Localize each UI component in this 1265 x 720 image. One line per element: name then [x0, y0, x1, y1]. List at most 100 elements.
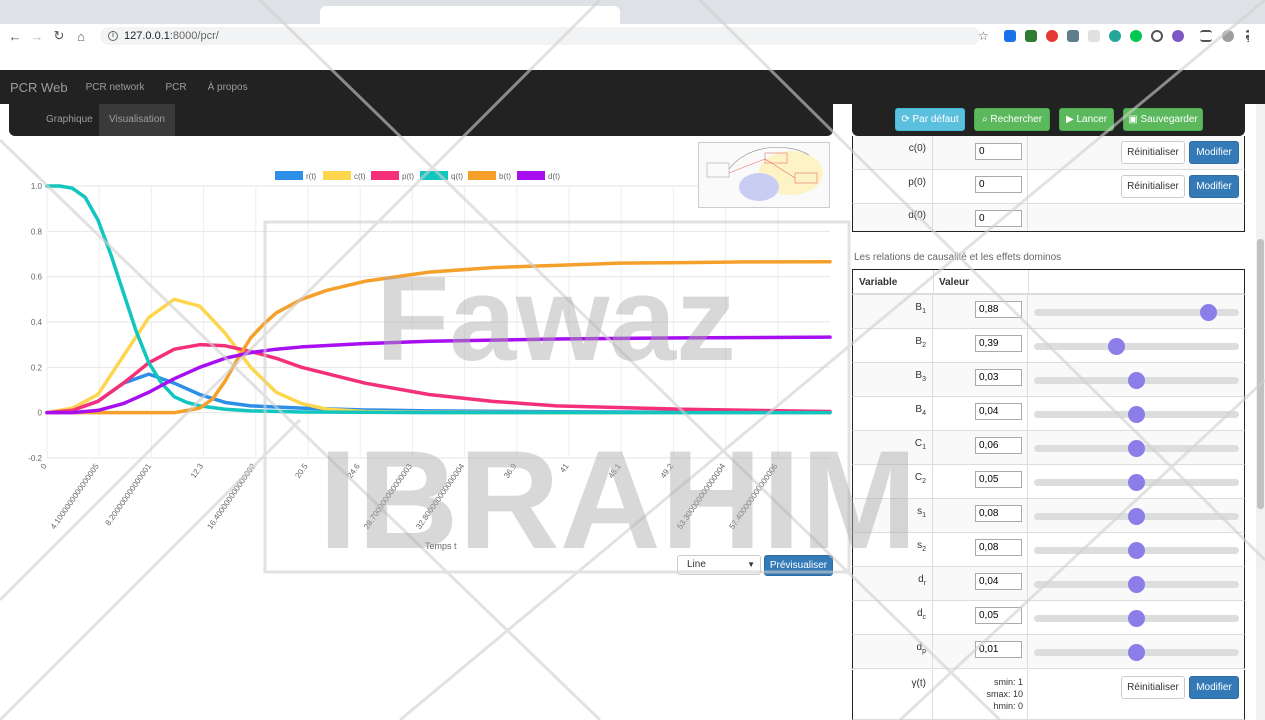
- gamma-params: smin: 1 smax: 10 hmin: 0: [934, 670, 1028, 720]
- slider-knob[interactable]: [1128, 610, 1145, 627]
- param-label: C2: [853, 465, 933, 498]
- home-icon[interactable]: ⌂: [70, 29, 92, 44]
- param-slider[interactable]: [1034, 474, 1239, 491]
- legend-label: p(t): [402, 172, 414, 181]
- network-thumbnail[interactable]: [698, 142, 830, 208]
- param-slider[interactable]: [1034, 542, 1239, 559]
- brand[interactable]: PCR Web: [10, 80, 68, 95]
- modify-button[interactable]: Modifier: [1189, 141, 1239, 164]
- back-icon[interactable]: ←: [4, 29, 26, 44]
- tab-visualisation[interactable]: Visualisation: [99, 104, 175, 136]
- slider-knob[interactable]: [1128, 372, 1145, 389]
- slider-knob[interactable]: [1128, 474, 1145, 491]
- init-input-p0[interactable]: [975, 176, 1022, 193]
- forward-icon[interactable]: →: [26, 29, 48, 44]
- param-slider[interactable]: [1034, 508, 1239, 525]
- param-slider[interactable]: [1034, 440, 1239, 457]
- param-input-cell: [934, 533, 1028, 566]
- param-sub: 2: [922, 478, 926, 485]
- bookmark-star-icon[interactable]: ☆: [978, 29, 989, 43]
- slider-knob[interactable]: [1107, 338, 1125, 355]
- gamma-hmin: hmin: 0: [993, 701, 1023, 711]
- launch-button[interactable]: ▶ Lancer: [1059, 108, 1114, 131]
- slider-knob[interactable]: [1199, 304, 1217, 321]
- param-slider[interactable]: [1034, 576, 1239, 593]
- address-bar[interactable]: i 127.0.0.1:8000/pcr/: [100, 27, 980, 45]
- param-input[interactable]: [975, 369, 1022, 386]
- param-slider[interactable]: [1034, 372, 1239, 389]
- param-input[interactable]: [975, 335, 1022, 352]
- param-input[interactable]: [975, 505, 1022, 522]
- reset-button[interactable]: Réinitialiser: [1121, 676, 1185, 699]
- default-button[interactable]: ⟳ Par défaut: [895, 108, 965, 131]
- browser-tab[interactable]: [320, 6, 620, 24]
- scrollbar[interactable]: [1256, 104, 1265, 720]
- extension-icon[interactable]: [1088, 30, 1100, 42]
- param-input[interactable]: [975, 471, 1022, 488]
- tab-graphique[interactable]: Graphique: [36, 104, 103, 136]
- history-icon[interactable]: [1151, 30, 1163, 42]
- save-button[interactable]: ▣ Sauvegarder: [1123, 108, 1203, 131]
- param-label: B2: [853, 329, 933, 362]
- extension-icon[interactable]: [1004, 30, 1016, 42]
- save-icon: ▣: [1128, 114, 1138, 125]
- param-slider[interactable]: [1034, 338, 1239, 355]
- init-label: c(0): [853, 136, 933, 169]
- slider-knob[interactable]: [1128, 542, 1145, 559]
- slider-knob[interactable]: [1128, 644, 1145, 661]
- param-input[interactable]: [975, 403, 1022, 420]
- param-slider[interactable]: [1034, 610, 1239, 627]
- profile-avatar[interactable]: [1222, 30, 1234, 42]
- param-slider[interactable]: [1034, 644, 1239, 661]
- param-input[interactable]: [975, 301, 1022, 318]
- gamma-smax: smax: 10: [986, 689, 1023, 699]
- extension-icon[interactable]: [1130, 30, 1142, 42]
- init-input-c0[interactable]: [975, 143, 1022, 160]
- slider-knob[interactable]: [1128, 576, 1145, 593]
- x-tick-label: 53.300000000000004: [675, 462, 727, 531]
- init-label: p(0): [853, 170, 933, 203]
- param-input[interactable]: [975, 607, 1022, 624]
- legend-swatch: [468, 171, 496, 180]
- x-tick-label: 4.1000000000000005: [49, 462, 101, 531]
- param-row: B2: [852, 329, 1245, 363]
- param-input[interactable]: [975, 641, 1022, 658]
- info-icon[interactable]: i: [108, 31, 118, 41]
- slider-knob[interactable]: [1128, 406, 1145, 423]
- nav-about[interactable]: À propos: [208, 82, 248, 93]
- param-sub: 2: [922, 546, 926, 553]
- x-axis-title: Temps t: [425, 541, 457, 551]
- param-input[interactable]: [975, 539, 1022, 556]
- search-button[interactable]: ⌕ Rechercher: [974, 108, 1050, 131]
- param-input[interactable]: [975, 437, 1022, 454]
- init-input-d0[interactable]: [975, 210, 1022, 227]
- param-slider[interactable]: [1034, 304, 1239, 321]
- slider-knob[interactable]: [1128, 440, 1145, 457]
- extension-icon[interactable]: [1067, 30, 1079, 42]
- extension-icon[interactable]: [1025, 30, 1037, 42]
- legend-swatch: [420, 171, 448, 180]
- reload-icon[interactable]: ↻: [48, 28, 70, 44]
- slider-knob[interactable]: [1128, 508, 1145, 525]
- scrollbar-thumb[interactable]: [1257, 239, 1264, 509]
- modify-button[interactable]: Modifier: [1189, 676, 1239, 699]
- preview-button[interactable]: Prévisualiser: [764, 555, 833, 576]
- play-icon: ▶: [1065, 114, 1074, 125]
- reset-button[interactable]: Réinitialiser: [1121, 175, 1185, 198]
- modify-button[interactable]: Modifier: [1189, 175, 1239, 198]
- extension-icon[interactable]: [1109, 30, 1121, 42]
- extension-icon[interactable]: [1172, 30, 1184, 42]
- reset-button[interactable]: Réinitialiser: [1121, 141, 1185, 164]
- x-tick-label: 41: [558, 462, 571, 475]
- extension-icon[interactable]: [1046, 30, 1058, 42]
- param-slider[interactable]: [1034, 406, 1239, 423]
- gamma-smin: smin: 1: [993, 677, 1023, 687]
- chart-type-select[interactable]: Line ▼: [677, 555, 761, 575]
- nav-pcr-network[interactable]: PCR network: [86, 82, 145, 93]
- nav-pcr[interactable]: PCR: [165, 82, 186, 93]
- param-input[interactable]: [975, 573, 1022, 590]
- reading-list-icon[interactable]: [1200, 30, 1212, 42]
- header-value: Valeur: [939, 277, 970, 288]
- menu-dots-icon[interactable]: [1246, 30, 1250, 42]
- x-tick-label: 57.400000000000006: [727, 462, 779, 531]
